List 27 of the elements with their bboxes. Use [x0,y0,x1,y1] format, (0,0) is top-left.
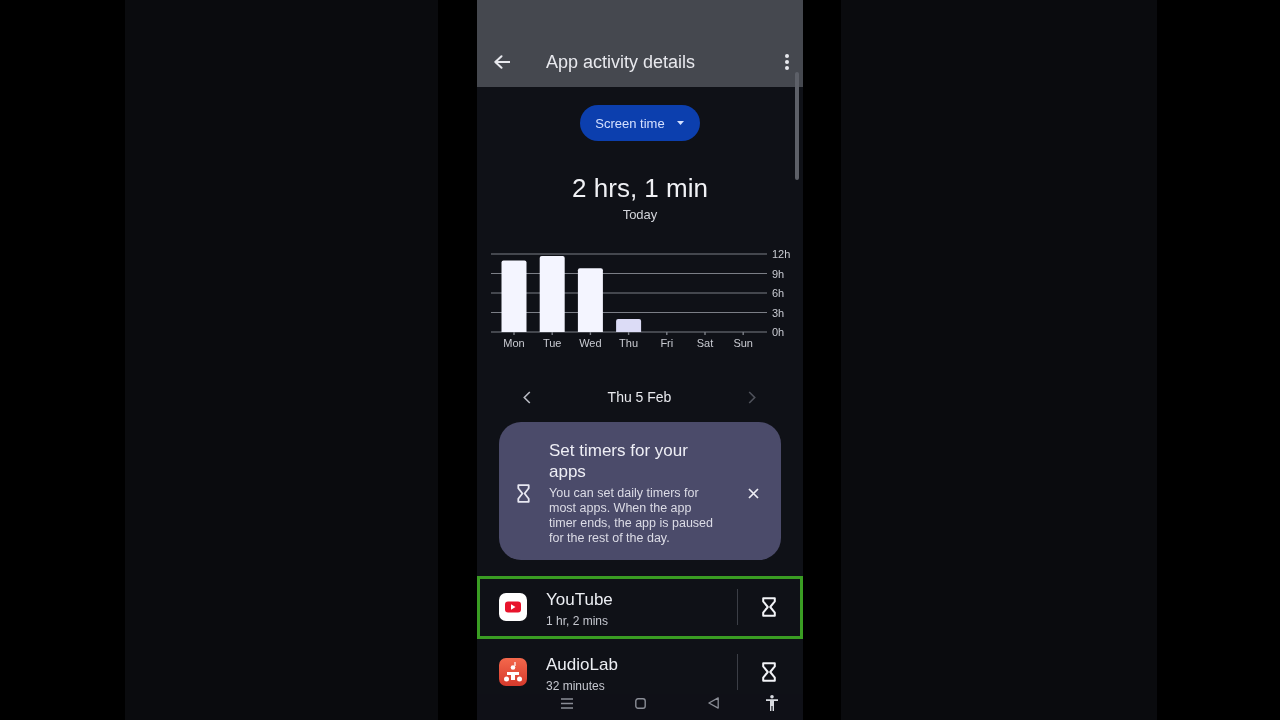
hourglass-icon[interactable] [762,597,776,617]
chevron-left-icon[interactable] [523,390,531,404]
app-name: YouTube [546,590,614,610]
square-icon[interactable] [635,697,646,709]
accessibility-icon[interactable] [766,695,778,711]
app-usage-time: 32 minutes [546,679,606,693]
figure-app-icon [499,658,527,686]
app-row[interactable]: AudioLab 32 minutes [477,641,803,694]
total-screen-time: 2 hrs, 1 min [572,172,708,205]
hourglass-icon [517,483,530,503]
app-name: AudioLab [546,655,619,675]
screen-time-dropdown[interactable]: Screen time [580,105,700,141]
card-description: You can set daily timers for most apps. When the app timer ends, the app is paused for the rest of the day. [549,486,714,546]
caret-icon [676,121,684,125]
hourglass-icon[interactable] [762,662,776,682]
screen-title: App activity details [546,51,696,73]
app-row[interactable]: YouTube 1 hr, 2 mins [477,576,803,639]
period-label: Today [622,207,658,223]
date-label: Thu 5 Feb [607,389,672,405]
app-usage-time: 1 hr, 2 mins [546,614,610,628]
more-options-icon[interactable] [785,54,789,70]
card-title: Set timers for your apps [549,440,689,482]
scrollbar-thumb[interactable] [795,72,799,180]
play-app-icon [499,593,527,621]
three-lines-icon[interactable] [561,697,573,709]
back-icon[interactable] [708,697,719,709]
close-icon[interactable] [748,487,759,499]
